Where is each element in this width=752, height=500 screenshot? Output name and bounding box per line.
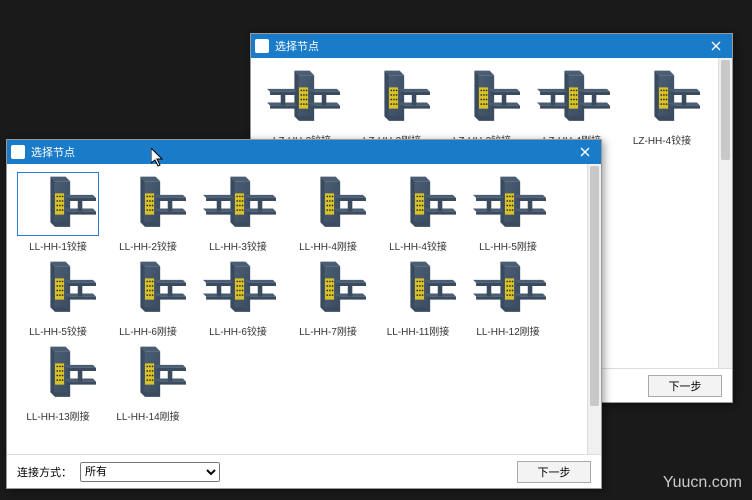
close-icon <box>711 41 721 51</box>
node-item: LL-HH-5刚接 <box>465 172 551 253</box>
node-item: LL-HH-6刚接 <box>105 257 191 338</box>
node-item: LL-HH-3铰接 <box>195 172 281 253</box>
node-item: LZ-HH-4铰接 <box>619 66 705 147</box>
node-item: LL-HH-14刚接 <box>105 342 191 423</box>
node-thumbnail[interactable] <box>441 66 523 130</box>
scrollbar[interactable] <box>718 58 732 368</box>
node-thumbnail[interactable] <box>467 172 549 236</box>
node-item: LL-HH-11刚接 <box>375 257 461 338</box>
node-item: LZ-HH-3铰接 <box>439 66 525 147</box>
node-thumbnail[interactable] <box>377 257 459 321</box>
node-label: LL-HH-2铰接 <box>119 238 177 253</box>
node-thumbnail[interactable] <box>197 257 279 321</box>
next-button[interactable]: 下一步 <box>648 375 722 397</box>
dialog-select-node-front: 选择节点 LL-HH-1铰接 LL-HH-2铰接 <box>6 139 602 489</box>
node-thumbnail[interactable] <box>531 66 613 130</box>
window-title: 选择节点 <box>31 144 573 160</box>
node-item: LL-HH-2铰接 <box>105 172 191 253</box>
node-label: LL-HH-12刚接 <box>476 323 539 338</box>
node-item: LZ-HH-2铰接 <box>259 66 345 147</box>
node-label: LL-HH-14刚接 <box>116 408 179 423</box>
node-item: LL-HH-6铰接 <box>195 257 281 338</box>
next-button[interactable]: 下一步 <box>517 461 591 483</box>
node-item: LL-HH-4刚接 <box>285 172 371 253</box>
node-label: LL-HH-1铰接 <box>29 238 87 253</box>
node-thumbnail[interactable] <box>17 257 99 321</box>
node-label: LL-HH-4铰接 <box>389 238 447 253</box>
node-label: LL-HH-6铰接 <box>209 323 267 338</box>
node-item: LZ-HH-3刚接 <box>349 66 435 147</box>
node-item: LZ-HH-4刚接 <box>529 66 615 147</box>
close-icon <box>580 147 590 157</box>
app-icon <box>11 145 25 159</box>
node-label: LL-HH-5刚接 <box>479 238 537 253</box>
node-item: LL-HH-12刚接 <box>465 257 551 338</box>
titlebar[interactable]: 选择节点 <box>7 140 601 164</box>
footer: 连接方式： 所有 下一步 <box>7 454 601 488</box>
node-item: LL-HH-5铰接 <box>15 257 101 338</box>
filter-label: 连接方式： <box>17 464 72 480</box>
app-icon <box>255 39 269 53</box>
node-thumbnail[interactable] <box>621 66 703 130</box>
node-label: LL-HH-6刚接 <box>119 323 177 338</box>
window-title: 选择节点 <box>275 38 704 54</box>
watermark: Yuucn.com <box>663 474 742 492</box>
thumbnail-area: LL-HH-1铰接 LL-HH-2铰接 LL-HH-3铰接 <box>7 164 601 454</box>
node-item: LL-HH-1铰接 <box>15 172 101 253</box>
node-thumbnail[interactable] <box>287 172 369 236</box>
scrollbar[interactable] <box>587 164 601 454</box>
node-item: LL-HH-13刚接 <box>15 342 101 423</box>
node-label: LL-HH-5铰接 <box>29 323 87 338</box>
node-thumbnail[interactable] <box>467 257 549 321</box>
node-thumbnail[interactable] <box>107 257 189 321</box>
node-thumbnail[interactable] <box>17 342 99 406</box>
node-thumbnail[interactable] <box>287 257 369 321</box>
node-label: LL-HH-7刚接 <box>299 323 357 338</box>
node-label: LL-HH-3铰接 <box>209 238 267 253</box>
node-label: LL-HH-4刚接 <box>299 238 357 253</box>
close-button[interactable] <box>573 140 597 164</box>
close-button[interactable] <box>704 34 728 58</box>
node-thumbnail[interactable] <box>197 172 279 236</box>
node-thumbnail[interactable] <box>17 172 99 236</box>
node-thumbnail[interactable] <box>107 342 189 406</box>
node-item: LL-HH-7刚接 <box>285 257 371 338</box>
filter-select[interactable]: 所有 <box>80 462 220 482</box>
node-thumbnail[interactable] <box>107 172 189 236</box>
node-label: LZ-HH-4铰接 <box>633 132 691 147</box>
titlebar[interactable]: 选择节点 <box>251 34 732 58</box>
node-thumbnail[interactable] <box>377 172 459 236</box>
node-item: LL-HH-4铰接 <box>375 172 461 253</box>
node-label: LL-HH-11刚接 <box>387 323 450 338</box>
node-label: LL-HH-13刚接 <box>26 408 89 423</box>
node-thumbnail[interactable] <box>351 66 433 130</box>
node-thumbnail[interactable] <box>261 66 343 130</box>
